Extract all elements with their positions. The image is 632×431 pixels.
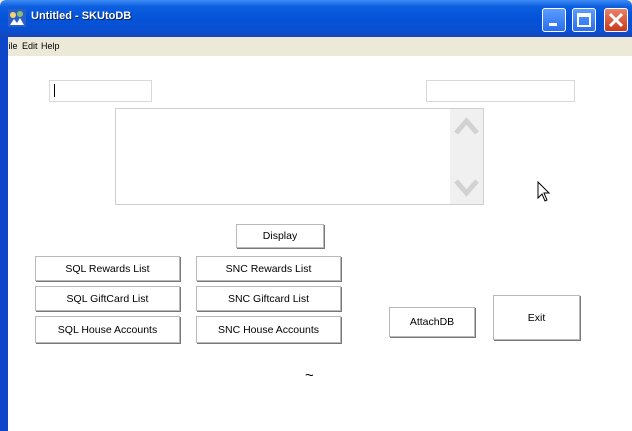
close-icon [608, 12, 624, 28]
tilde-label: ~ [305, 367, 314, 384]
scroll-up-button[interactable] [450, 109, 483, 142]
results-listbox[interactable] [115, 108, 484, 205]
sql-rewards-list-button[interactable]: SQL Rewards List [35, 256, 180, 281]
text-caret [54, 84, 55, 97]
scroll-down-button[interactable] [450, 171, 483, 204]
maximize-button[interactable] [572, 8, 596, 32]
sql-house-accounts-button[interactable]: SQL House Accounts [35, 316, 180, 343]
snc-rewards-list-button[interactable]: SNC Rewards List [196, 256, 341, 281]
vertical-scrollbar[interactable] [450, 109, 483, 204]
sql-giftcard-list-button[interactable]: SQL GiftCard List [35, 286, 180, 311]
app-icon [8, 9, 26, 27]
maximize-icon [577, 13, 591, 27]
snc-giftcard-list-button[interactable]: SNC Giftcard List [196, 286, 341, 311]
minimize-icon [549, 23, 557, 26]
menu-bar: File Edit Help [0, 37, 632, 55]
right-text-input[interactable] [426, 80, 575, 102]
close-button[interactable] [604, 8, 628, 32]
attachdb-button[interactable]: AttachDB [389, 307, 475, 337]
menu-edit[interactable]: Edit [22, 41, 38, 51]
mouse-cursor-icon [537, 181, 551, 202]
window-frame-left [0, 37, 8, 431]
exit-button[interactable]: Exit [493, 295, 580, 340]
window-title: Untitled - SKUtoDB [31, 10, 132, 22]
minimize-button[interactable] [542, 8, 566, 32]
application-window: Untitled - SKUtoDB File Edit Help Displa… [0, 0, 632, 431]
chevron-up-icon [454, 117, 479, 135]
menu-help[interactable]: Help [41, 41, 60, 51]
chevron-down-icon [454, 179, 479, 197]
title-bar[interactable]: Untitled - SKUtoDB [0, 0, 632, 37]
display-button[interactable]: Display [236, 224, 324, 248]
left-text-input[interactable] [49, 80, 152, 102]
snc-house-accounts-button[interactable]: SNC House Accounts [196, 316, 341, 343]
